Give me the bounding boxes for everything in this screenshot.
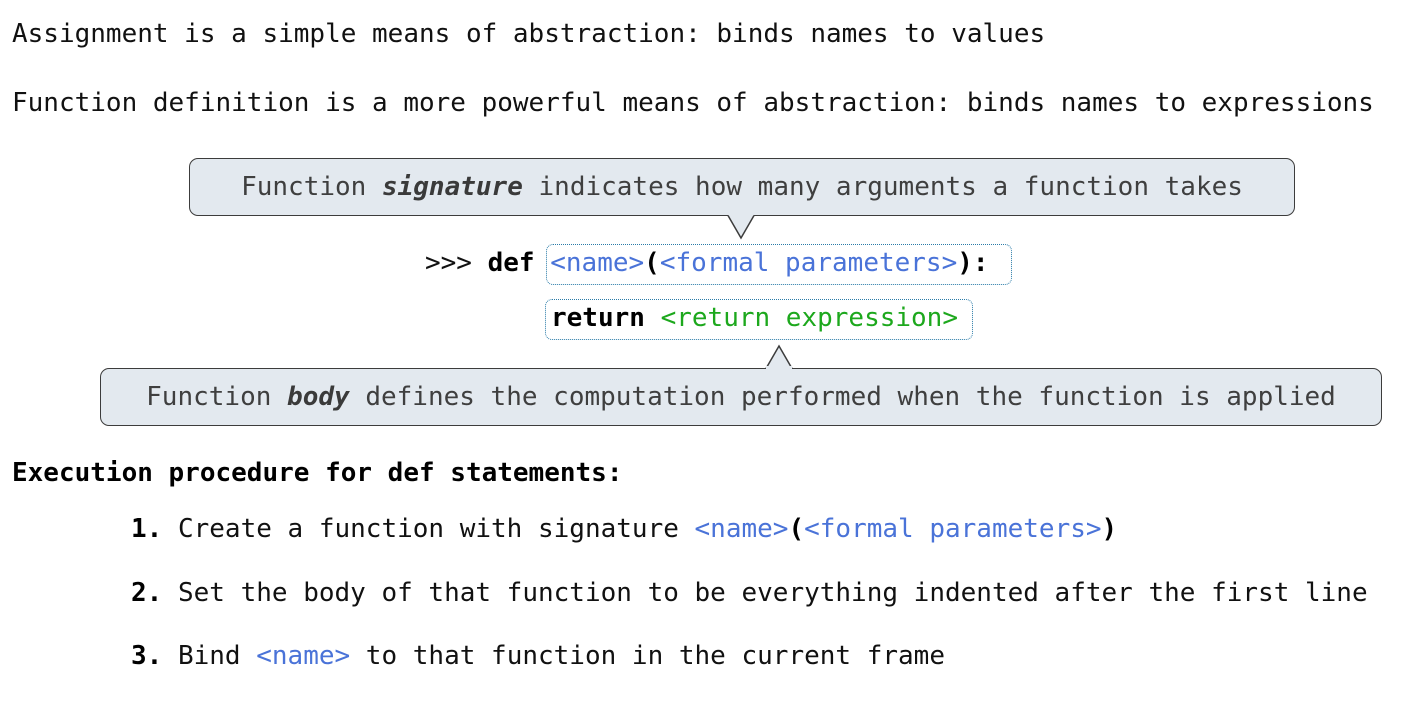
intro-line-function-definition: Function definition is a more powerful m… [12, 88, 1374, 118]
formal-parameters-placeholder: <formal parameters> [659, 248, 958, 278]
close-paren-colon: ): [957, 248, 989, 278]
name-placeholder: <name> [694, 514, 789, 544]
signature-callout-after: indicates how many arguments a function … [522, 172, 1243, 202]
body-callout-pointer-join [766, 366, 792, 370]
signature-callout: Function signature indicates how many ar… [189, 158, 1295, 216]
name-placeholder: <name> [256, 641, 351, 671]
execution-step-1: 1. Create a function with signature <nam… [131, 514, 1117, 544]
body-callout-after: defines the computation performed when t… [349, 382, 1336, 412]
return-keyword: return [551, 303, 645, 333]
execution-step-2: 2. Set the body of that function to be e… [131, 578, 1368, 608]
step-text: Create a function with signature [162, 514, 695, 544]
return-expression-placeholder: <return expression> [660, 303, 958, 333]
def-statement-line: >>> def <name>(<formal parameters>): [425, 248, 989, 278]
body-callout: Function body defines the computation pe… [100, 368, 1382, 426]
step-number: 1. [131, 514, 163, 544]
intro-line-assignment: Assignment is a simple means of abstract… [12, 19, 1046, 49]
step-number: 2. [131, 578, 163, 608]
close-paren: ) [1101, 514, 1118, 544]
body-callout-emphasis: body [287, 382, 350, 412]
signature-callout-before: Function [241, 172, 382, 202]
step-text: Set the body of that function to be ever… [162, 578, 1368, 608]
signature-callout-emphasis: signature [381, 172, 523, 202]
signature-callout-pointer [727, 215, 755, 240]
open-paren: ( [788, 514, 805, 544]
formal-parameters-placeholder: <formal parameters> [804, 514, 1102, 544]
repl-prompt: >>> [425, 248, 488, 278]
def-keyword: def [487, 248, 535, 278]
body-callout-before: Function [146, 382, 288, 412]
step-text-before: Bind [162, 641, 257, 671]
execution-step-3: 3. Bind <name> to that function in the c… [131, 641, 945, 671]
step-number: 3. [131, 641, 163, 671]
execution-procedure-heading: Execution procedure for def statements: [12, 458, 623, 488]
name-placeholder: <name> [550, 248, 645, 278]
step-text-after: to that function in the current frame [350, 641, 945, 671]
open-paren: ( [644, 248, 660, 278]
return-statement-line: return <return expression> [551, 303, 958, 333]
